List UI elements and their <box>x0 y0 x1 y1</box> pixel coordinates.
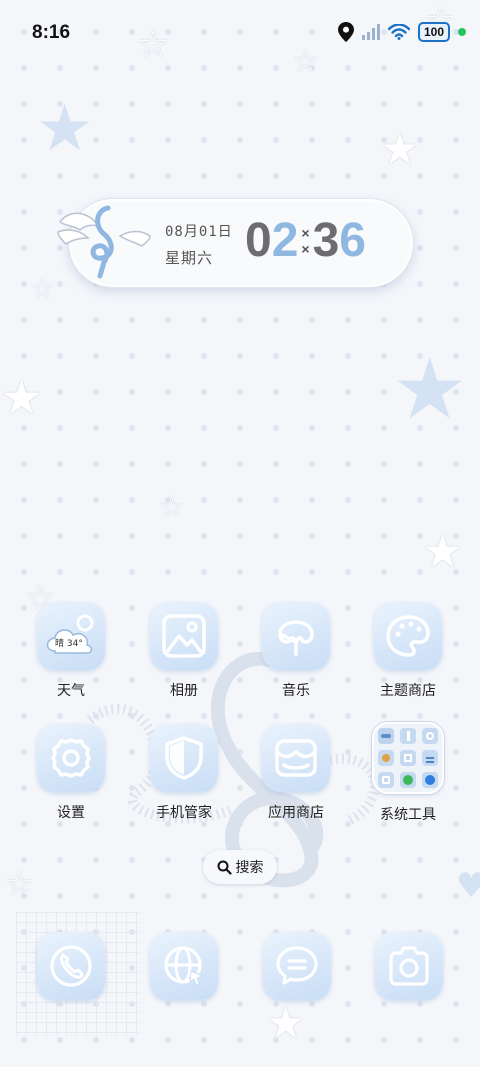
dock-browser-button[interactable] <box>150 932 218 1000</box>
app-system-tools-folder[interactable]: 系统工具 <box>358 722 458 824</box>
app-music[interactable]: 音乐 <box>246 602 346 700</box>
heart-decoration-icon: ♥ <box>456 866 480 906</box>
app-phone-manager[interactable]: 手机管家 <box>134 724 234 822</box>
dock-camera-button[interactable] <box>375 932 443 1000</box>
time-separator-icon: × × <box>301 224 310 257</box>
wifi-icon <box>387 24 410 40</box>
star-decoration-icon: ☆ <box>158 490 185 525</box>
battery-indicator: 100 <box>417 22 450 42</box>
dock-messages-button[interactable] <box>263 932 331 1000</box>
app-label: 主题商店 <box>380 683 436 699</box>
star-decoration-icon: ★ <box>0 370 44 426</box>
mini-app-icon <box>378 750 394 766</box>
phone-icon <box>50 945 92 987</box>
hour-digit: 0 <box>245 214 272 267</box>
system-tools-folder-icon <box>372 722 444 794</box>
winged-clef-icon <box>57 205 151 279</box>
mini-app-icon <box>422 750 438 766</box>
date-block: 08月01日 星期六 <box>165 221 233 268</box>
star-decoration-icon: ☆ <box>4 864 35 904</box>
mini-app-icon <box>378 728 394 744</box>
status-time: 8:16 <box>32 22 71 43</box>
location-icon <box>337 22 354 42</box>
star-decoration-icon: ★ <box>266 998 306 1049</box>
app-label: 应用商店 <box>268 805 324 821</box>
star-decoration-icon: ★ <box>380 124 420 175</box>
mini-app-icon <box>422 772 438 788</box>
theme-store-icon <box>374 602 442 670</box>
search-icon <box>217 860 232 875</box>
app-label: 相册 <box>170 683 198 699</box>
mini-app-icon <box>400 772 416 788</box>
app-label: 系统工具 <box>380 807 436 823</box>
app-weather[interactable]: 晴 34° 天气 <box>21 602 121 700</box>
signal-icon <box>361 24 380 40</box>
star-decoration-icon: ★ <box>36 92 94 166</box>
status-bar: 8:16 100 <box>0 0 480 68</box>
star-decoration-icon: ★ <box>422 524 464 578</box>
dock-phone-button[interactable] <box>37 932 105 1000</box>
mini-app-icon <box>378 772 394 788</box>
search-button[interactable]: 搜索 <box>203 850 277 884</box>
phone-manager-icon <box>150 724 218 792</box>
mini-app-icon <box>400 750 416 766</box>
charging-dot <box>458 28 466 36</box>
star-decoration-icon: ★ <box>392 340 468 438</box>
hour-digit: 2 <box>271 214 299 267</box>
app-label: 设置 <box>57 805 85 821</box>
clock-time: 0 2 × × 3 6 <box>245 213 366 268</box>
mini-app-icon <box>400 728 416 744</box>
app-settings[interactable]: 设置 <box>21 724 121 822</box>
app-store-icon <box>262 724 330 792</box>
camera-icon <box>389 946 429 986</box>
minute-digit: 3 <box>312 214 340 267</box>
music-icon <box>262 602 330 670</box>
settings-icon <box>37 724 105 792</box>
search-label: 搜索 <box>235 860 264 876</box>
weather-icon: 晴 34° <box>37 602 105 670</box>
status-icons: 100 <box>337 22 466 42</box>
date-text: 08月01日 <box>165 224 233 240</box>
weekday-text: 星期六 <box>165 249 214 267</box>
messages-icon <box>276 946 318 985</box>
gallery-icon <box>150 602 218 670</box>
browser-icon <box>164 946 205 986</box>
minute-digit: 6 <box>339 214 366 267</box>
app-app-store[interactable]: 应用商店 <box>246 724 346 822</box>
app-label: 手机管家 <box>156 805 212 821</box>
app-label: 音乐 <box>282 683 310 699</box>
app-label: 天气 <box>57 683 85 699</box>
app-gallery[interactable]: 相册 <box>134 602 234 700</box>
app-theme-store[interactable]: 主题商店 <box>358 602 458 700</box>
mini-app-icon <box>422 728 438 744</box>
weather-text: 晴 34° <box>55 639 83 649</box>
